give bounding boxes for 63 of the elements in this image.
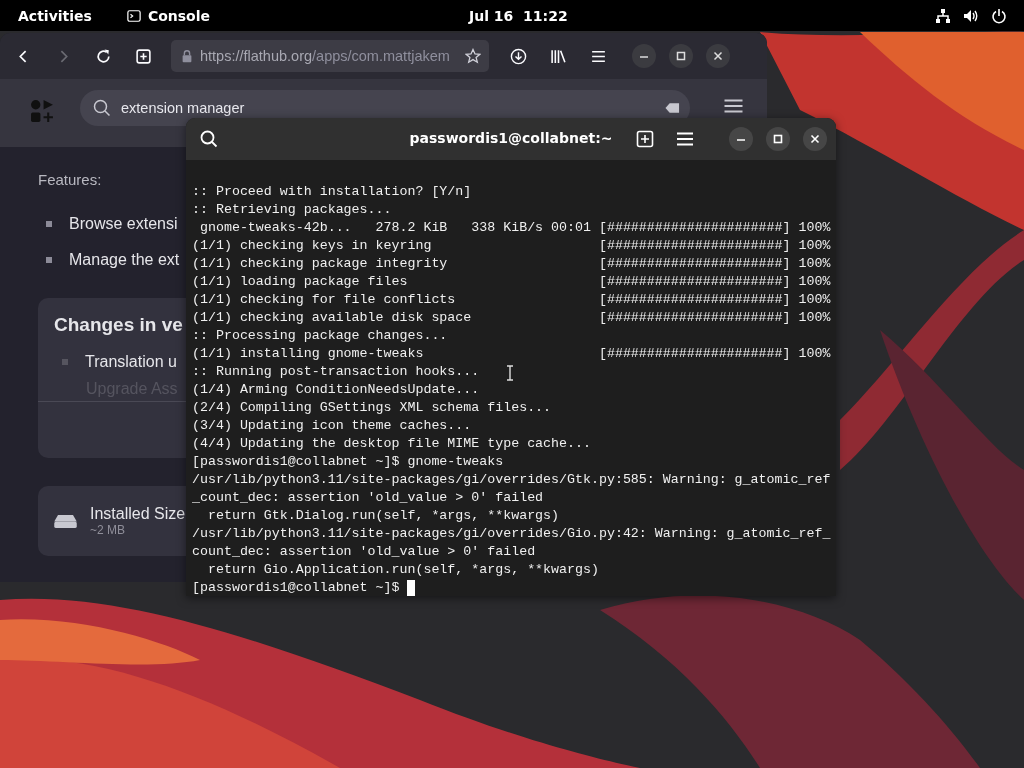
terminal-line: (2/4) Compiling GSettings XML schema files... — [192, 399, 552, 417]
terminal-line: /usr/lib/python3.11/site-packages/gi/overrides/Gio.py:42: Warning: g_atomic_ref_ — [192, 525, 831, 543]
terminal-line: _count_dec: assertion 'old_value > 0' failed — [192, 489, 544, 507]
activities-button[interactable]: Activities — [18, 7, 92, 24]
terminal-icon — [126, 8, 141, 23]
terminal-line: :: Retrieving packages... — [192, 201, 392, 219]
menu-button[interactable] — [676, 130, 694, 148]
bullet-icon — [62, 359, 68, 365]
search-icon — [93, 99, 111, 117]
power-icon[interactable] — [991, 7, 1007, 24]
library-button[interactable] — [550, 47, 567, 65]
installed-size-value: ~2 MB — [90, 523, 126, 537]
terminal-line: (3/4) Updating icon theme caches... — [192, 417, 472, 435]
download-button[interactable] — [510, 47, 527, 65]
terminal-line: (1/1) installing gnome-tweaks [######################] 100% — [192, 345, 831, 363]
terminal-line: return Gio.Application.run(self, *args, **kwargs) — [206, 561, 599, 579]
network-icon[interactable] — [935, 7, 951, 24]
terminal-line: :: Running post-transaction hooks... — [192, 363, 480, 381]
feature-item: Manage the ext — [69, 251, 180, 269]
drive-icon — [53, 513, 78, 529]
window-title: passwordis1@collabnet:~ — [409, 130, 613, 146]
terminal-line: (4/4) Updating the desktop file MIME type cache... — [192, 435, 591, 453]
terminal-line: (1/4) Arming ConditionNeedsUpdate... — [192, 381, 480, 399]
terminal-line: (1/1) checking keys in keyring [######################] 100% — [192, 237, 831, 255]
app-menu-label[interactable]: Console — [147, 7, 210, 24]
terminal-line: /usr/lib/python3.11/site-packages/gi/overrides/Gtk.py:585: Warning: g_atomic_ref — [192, 471, 831, 489]
terminal-cursor — [407, 579, 416, 596]
terminal-line: gnome-tweaks-42b... 278.2 KiB 338 KiB/s 00:01 [######################] 100% — [198, 219, 831, 237]
terminal-line: return Gtk.Dialog.run(self, *args, **kwargs) — [206, 507, 560, 525]
bullet-icon — [46, 221, 52, 227]
url-field[interactable]: https://flathub.org/apps/com.mattjakem — [171, 40, 489, 72]
minimize-button[interactable] — [632, 44, 656, 68]
terminal-line: count_dec: assertion 'old_value > 0' failed — [192, 543, 536, 561]
minimize-button[interactable] — [729, 127, 753, 151]
clock[interactable]: Jul 16 11:22 — [469, 7, 568, 24]
terminal-line: (1/1) checking package integrity [######################] 100% — [192, 255, 831, 273]
terminal-line: [passwordis1@collabnet ~]$ — [192, 579, 401, 596]
app-logo-icon — [30, 99, 55, 124]
feature-item: Browse extensi — [69, 215, 178, 233]
terminal-line: [passwordis1@collabnet ~]$ gnome-tweaks — [192, 453, 504, 471]
bullet-icon — [46, 257, 52, 263]
maximize-button[interactable] — [669, 44, 693, 68]
terminal-line: :: Proceed with installation? [Y/n] — [192, 183, 472, 201]
text-cursor-icon — [506, 365, 514, 381]
maximize-button[interactable] — [766, 127, 790, 151]
menu-button[interactable] — [724, 99, 743, 113]
lock-icon — [180, 49, 194, 63]
reload-button[interactable] — [95, 47, 112, 65]
card-title: Changes in ve — [54, 314, 183, 336]
features-label: Features: — [38, 171, 103, 188]
terminal-line: :: Processing package changes... — [192, 327, 448, 345]
terminal-line: (1/1) checking for file conflicts [######################] 100% — [192, 291, 831, 309]
new-tab-button[interactable] — [135, 47, 152, 65]
bookmark-star-icon[interactable] — [465, 48, 481, 64]
terminal-line: (1/1) checking available disk space [######################] 100% — [192, 309, 831, 327]
change-item: Translation u — [85, 353, 177, 371]
installed-size-label: Installed Size — [90, 505, 186, 523]
close-button[interactable] — [706, 44, 730, 68]
close-button[interactable] — [803, 127, 827, 151]
terminal-line: (1/1) loading package files [######################] 100% — [192, 273, 831, 291]
clear-icon[interactable] — [665, 102, 680, 114]
search-button[interactable] — [200, 130, 218, 148]
new-tab-button[interactable] — [636, 130, 654, 148]
